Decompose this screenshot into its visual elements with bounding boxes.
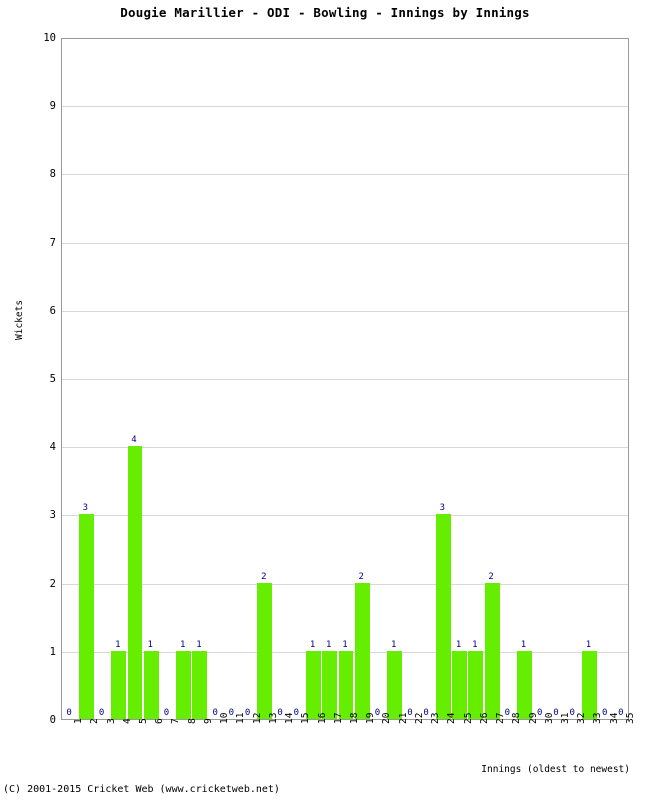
bar-value-label: 2 bbox=[261, 571, 267, 582]
bar-value-label: 4 bbox=[131, 435, 137, 446]
bar-value-label: 0 bbox=[66, 708, 72, 718]
x-tick-label: 28 bbox=[511, 712, 523, 724]
x-tick-label: 1 bbox=[73, 718, 85, 724]
x-tick-label: 15 bbox=[300, 712, 312, 724]
y-tick-label: 6 bbox=[49, 304, 56, 317]
y-tick-label: 10 bbox=[43, 32, 56, 44]
y-tick-label: 8 bbox=[49, 168, 56, 181]
y-tick-label: 4 bbox=[49, 441, 56, 454]
bar bbox=[322, 650, 338, 719]
bar bbox=[354, 582, 370, 719]
y-tick-label: 3 bbox=[49, 509, 56, 522]
x-tick-label: 32 bbox=[576, 712, 588, 724]
bar-value-label: 1 bbox=[115, 639, 121, 650]
bars-layer bbox=[62, 39, 628, 719]
x-tick-label: 16 bbox=[316, 712, 328, 724]
x-tick-label: 19 bbox=[365, 712, 377, 724]
y-tick-label: 5 bbox=[49, 373, 56, 385]
bar-value-label: 1 bbox=[196, 639, 202, 650]
x-tick-label: 22 bbox=[413, 712, 425, 724]
bar-value-label: 1 bbox=[147, 639, 153, 650]
x-tick-label: 23 bbox=[430, 712, 442, 724]
bar-value-label: 1 bbox=[342, 639, 348, 650]
bar bbox=[484, 582, 500, 719]
x-axis-ticks: 1 2 3 4 5 6 7 8 9 10 11 12 13 14 15 16 17 18 19 20 21 22 23 24 2… bbox=[61, 713, 636, 762]
x-tick-label: 29 bbox=[527, 712, 539, 724]
plot-area bbox=[61, 38, 629, 720]
x-tick-label: 30 bbox=[543, 712, 555, 724]
y-tick-label: 7 bbox=[49, 236, 56, 249]
bar-value-label: 2 bbox=[488, 571, 494, 582]
bar bbox=[452, 650, 468, 719]
bar-value-label: 2 bbox=[358, 571, 364, 582]
bar bbox=[435, 514, 451, 719]
chart-title: Dougie Marillier - ODI - Bowling - Innin… bbox=[120, 5, 530, 20]
x-tick-label: 14 bbox=[284, 712, 296, 724]
x-tick-label: 18 bbox=[349, 712, 360, 724]
x-tick-label: 6 bbox=[154, 718, 166, 724]
bowling-innings-chart: Dougie Marillier - ODI - Bowling - Innin… bbox=[0, 0, 650, 800]
x-tick-label: 7 bbox=[170, 718, 182, 724]
x-tick-label: 3 bbox=[105, 718, 117, 724]
y-tick-label: 1 bbox=[49, 645, 56, 658]
x-axis-title: Innings (oldest to newest) bbox=[481, 764, 630, 775]
bar bbox=[338, 650, 354, 719]
bar-value-label: 3 bbox=[439, 503, 446, 514]
bar-value-label: 1 bbox=[520, 639, 527, 650]
x-tick-label: 13 bbox=[267, 712, 279, 724]
x-tick-label: 10 bbox=[219, 712, 231, 724]
x-tick-label: 2 bbox=[89, 718, 101, 724]
x-tick-label: 34 bbox=[608, 712, 620, 724]
bar-value-label: 1 bbox=[585, 639, 592, 650]
y-tick-label: 0 bbox=[49, 714, 56, 726]
y-tick-label: 2 bbox=[49, 577, 56, 590]
bar-value-label: 3 bbox=[82, 503, 89, 514]
x-tick-label: 20 bbox=[381, 712, 393, 724]
x-tick-label: 4 bbox=[121, 718, 133, 724]
x-tick-label: 35 bbox=[624, 712, 636, 724]
x-tick-label: 27 bbox=[495, 712, 507, 724]
bar bbox=[127, 446, 143, 719]
footer-copyright: (C) 2001-2015 Cricket Web (www.cricketwe… bbox=[3, 784, 280, 795]
x-tick-label: 5 bbox=[138, 718, 150, 724]
x-tick-label: 33 bbox=[592, 712, 604, 724]
bar-value-label: 0 bbox=[163, 708, 170, 718]
x-tick-label: 31 bbox=[559, 712, 571, 724]
y-tick-label: 9 bbox=[49, 100, 56, 113]
bar bbox=[468, 650, 484, 719]
bar bbox=[78, 514, 94, 719]
x-tick-label: 12 bbox=[251, 712, 263, 724]
bar-value-label: 1 bbox=[472, 639, 478, 650]
x-tick-label: 8 bbox=[186, 718, 198, 724]
x-tick-label: 17 bbox=[332, 712, 344, 724]
y-axis-ticks: 0 1 2 3 4 5 6 7 8 9 10 bbox=[0, 33, 56, 726]
x-tick-label: 25 bbox=[462, 712, 474, 724]
bar bbox=[257, 582, 273, 719]
x-tick-label: 11 bbox=[235, 712, 247, 724]
x-tick-label: 26 bbox=[478, 712, 490, 724]
bar-value-label: 0 bbox=[98, 708, 105, 718]
x-tick-label: 21 bbox=[397, 712, 409, 724]
x-tick-label: 24 bbox=[446, 712, 458, 724]
bar-value-label: 1 bbox=[390, 639, 397, 650]
x-tick-label: 9 bbox=[202, 718, 214, 724]
